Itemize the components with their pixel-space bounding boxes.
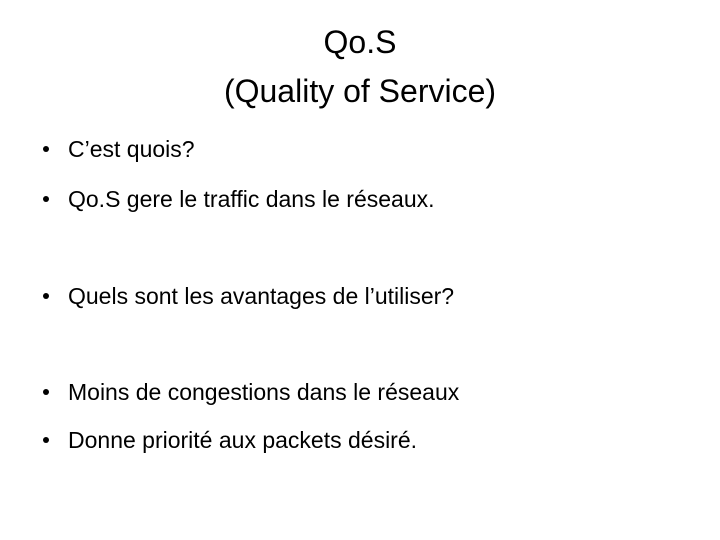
bullet-text: Donne priorité aux packets désiré. — [68, 427, 418, 453]
bullet-text: Quels sont les avantages de l’utiliser? — [68, 283, 455, 309]
bullet-item: Qo.S gere le traffic dans le réseaux. — [43, 184, 435, 214]
slide: Qo.S (Quality of Service) C’est quois? Q… — [0, 0, 720, 540]
bullet-dot-icon — [43, 146, 49, 152]
bullet-dot-icon — [43, 437, 49, 443]
slide-title: Qo.S (Quality of Service) — [0, 18, 720, 116]
bullet-item: Donne priorité aux packets désiré. — [43, 425, 417, 455]
bullet-item: Quels sont les avantages de l’utiliser? — [43, 281, 454, 311]
bullet-text: Moins de congestions dans le réseaux — [68, 379, 460, 405]
slide-title-line-2: (Quality of Service) — [223, 73, 497, 109]
slide-title-line-1: Qo.S — [323, 24, 397, 60]
bullet-text: Qo.S gere le traffic dans le réseaux. — [68, 186, 435, 212]
bullet-dot-icon — [43, 196, 49, 202]
bullet-dot-icon — [43, 389, 49, 395]
bullet-item: C’est quois? — [43, 134, 195, 164]
bullet-item: Moins de congestions dans le réseaux — [43, 377, 459, 407]
bullet-dot-icon — [43, 293, 49, 299]
bullet-text: C’est quois? — [68, 136, 195, 162]
